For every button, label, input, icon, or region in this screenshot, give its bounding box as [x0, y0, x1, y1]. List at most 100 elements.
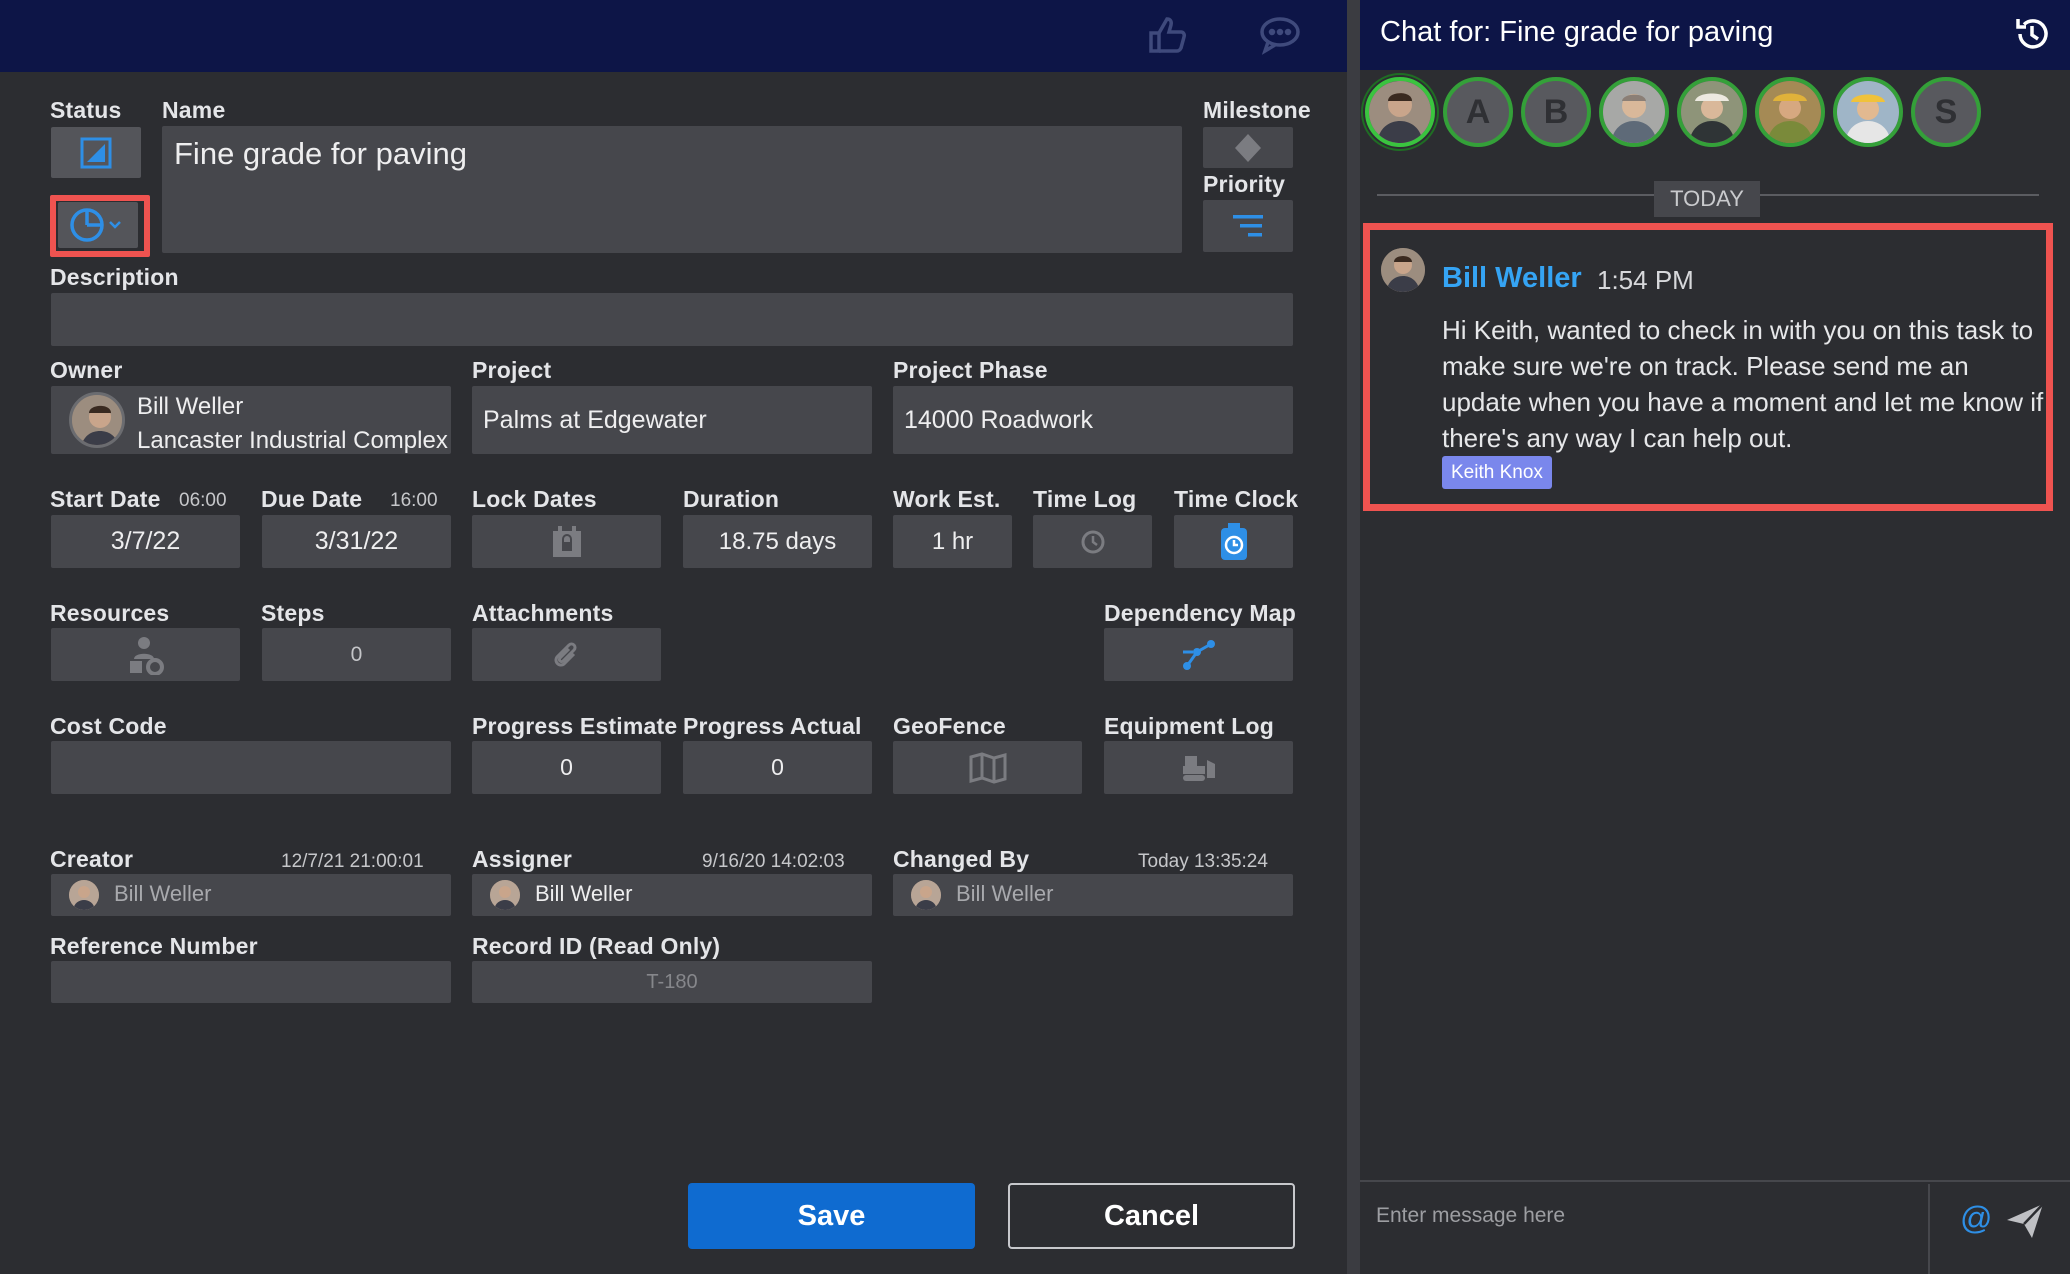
project-label: Project [472, 357, 552, 383]
status-label: Status [50, 97, 122, 123]
dependency-map-label: Dependency Map [1104, 600, 1296, 626]
progress-estimate-field[interactable]: 0 [472, 741, 661, 794]
participant-avatar[interactable] [1833, 77, 1903, 147]
clock-icon [1081, 530, 1104, 553]
composer-separator [1928, 1184, 1930, 1274]
owner-avatar [69, 392, 125, 448]
reference-number-input[interactable] [51, 961, 451, 1003]
project-value: Palms at Edgewater [483, 406, 707, 434]
work-est-value: 1 hr [931, 527, 974, 555]
assigner-label: Assigner [472, 846, 573, 872]
resources-icon [129, 636, 164, 675]
milestone-label: Milestone [1203, 97, 1311, 123]
cancel-button[interactable]: Cancel [1008, 1183, 1295, 1249]
start-date-value: 3/7/22 [110, 527, 181, 555]
progress-actual-field[interactable]: 0 [683, 741, 872, 794]
lock-dates-toggle[interactable] [472, 515, 661, 568]
record-id-value: T-180 [646, 970, 698, 993]
chat-header: Chat for: Fine grade for paving [1360, 0, 2070, 70]
creator-field: Bill Weller [51, 874, 451, 916]
owner-company: Lancaster Industrial Complex [137, 427, 448, 454]
participant-avatar[interactable] [1755, 77, 1825, 147]
cost-code-input[interactable] [51, 741, 451, 794]
dependency-map-icon [1182, 639, 1215, 670]
message-input[interactable] [1376, 1196, 1926, 1236]
pie-progress-icon [70, 208, 121, 242]
map-icon [969, 751, 1006, 784]
progress-estimate-value: 0 [560, 754, 573, 780]
task-editor-panel: Status Name Fine grade for paving Milest… [0, 0, 1347, 1274]
milestone-toggle[interactable] [1203, 127, 1293, 168]
time-clock-button[interactable] [1174, 515, 1293, 568]
history-icon[interactable] [2012, 14, 2052, 54]
duration-label: Duration [683, 486, 780, 512]
owner-selector[interactable]: Bill Weller Lancaster Industrial Complex [51, 386, 451, 454]
diamond-icon [1235, 133, 1261, 162]
start-date-field[interactable]: 3/7/22 [51, 515, 240, 568]
work-est-field[interactable]: 1 hr [893, 515, 1012, 568]
resources-label: Resources [50, 600, 170, 626]
save-button[interactable]: Save [688, 1183, 975, 1249]
dependency-map-button[interactable] [1104, 628, 1293, 681]
steps-label: Steps [261, 600, 325, 626]
message-author[interactable]: Bill Weller [1442, 262, 1582, 295]
chat-message: Bill Weller 1:54 PM Hi Keith, wanted to … [1363, 223, 2053, 511]
cost-code-label: Cost Code [50, 713, 167, 739]
assigner-selector[interactable]: Bill Weller [472, 874, 872, 916]
geofence-button[interactable] [893, 741, 1082, 794]
progress-estimate-label: Progress Estimate [472, 713, 678, 739]
lock-dates-label: Lock Dates [472, 486, 597, 512]
status-checkbox[interactable] [51, 127, 141, 178]
paperclip-icon [554, 641, 577, 666]
bulldozer-icon [1182, 755, 1215, 781]
attachments-button[interactable] [472, 628, 661, 681]
mention-tag[interactable]: Keith Knox [1442, 456, 1552, 489]
description-label: Description [50, 264, 179, 290]
name-value: Fine grade for paving [174, 136, 467, 171]
owner-name: Bill Weller [137, 393, 244, 420]
steps-field[interactable]: 0 [262, 628, 451, 681]
equipment-log-label: Equipment Log [1104, 713, 1274, 739]
due-date-value: 3/31/22 [314, 527, 399, 555]
status-check-icon [80, 137, 112, 168]
start-time: 06:00 [179, 490, 227, 511]
comment-icon[interactable] [1257, 12, 1303, 58]
participant-avatar-a[interactable]: A [1443, 77, 1513, 147]
steps-value: 0 [350, 642, 363, 666]
due-time: 16:00 [390, 490, 438, 511]
assigner-name: Bill Weller [535, 881, 633, 906]
equipment-log-button[interactable] [1104, 741, 1293, 794]
name-input[interactable]: Fine grade for paving [162, 126, 1182, 253]
changed-by-timestamp: Today 13:35:24 [1138, 851, 1268, 872]
phase-label: Project Phase [893, 357, 1048, 383]
phase-selector[interactable]: 14000 Roadwork [893, 386, 1293, 454]
progress-status-dropdown[interactable] [58, 202, 138, 248]
description-input[interactable] [51, 293, 1293, 346]
lock-calendar-icon [552, 525, 581, 557]
project-selector[interactable]: Palms at Edgewater [472, 386, 872, 454]
participant-avatar[interactable] [1599, 77, 1669, 147]
panel-divider[interactable] [1347, 0, 1360, 1274]
resources-button[interactable] [51, 628, 240, 681]
participant-avatar[interactable] [1677, 77, 1747, 147]
participant-avatar-s[interactable]: S [1911, 77, 1981, 147]
assigner-avatar [490, 880, 520, 910]
time-log-button[interactable] [1033, 515, 1152, 568]
record-id-label: Record ID (Read Only) [472, 933, 721, 959]
message-body: Hi Keith, wanted to check in with you on… [1442, 315, 2044, 453]
due-date-field[interactable]: 3/31/22 [262, 515, 451, 568]
send-icon[interactable] [2004, 1200, 2046, 1242]
priority-selector[interactable] [1203, 200, 1293, 252]
geofence-label: GeoFence [893, 713, 1006, 739]
creator-timestamp: 12/7/21 21:00:01 [281, 851, 424, 872]
work-est-label: Work Est. [893, 486, 1001, 512]
participant-avatar[interactable] [1365, 77, 1435, 147]
duration-field[interactable]: 18.75 days [683, 515, 872, 568]
thumbs-up-icon[interactable] [1144, 12, 1190, 58]
participant-avatar-b[interactable]: B [1521, 77, 1591, 147]
record-id-field: T-180 [472, 961, 872, 1003]
task-toolbar [0, 0, 1347, 72]
attachments-label: Attachments [472, 600, 614, 626]
time-clock-label: Time Clock [1174, 486, 1299, 512]
at-mention-icon[interactable]: @ [1960, 1200, 1992, 1237]
